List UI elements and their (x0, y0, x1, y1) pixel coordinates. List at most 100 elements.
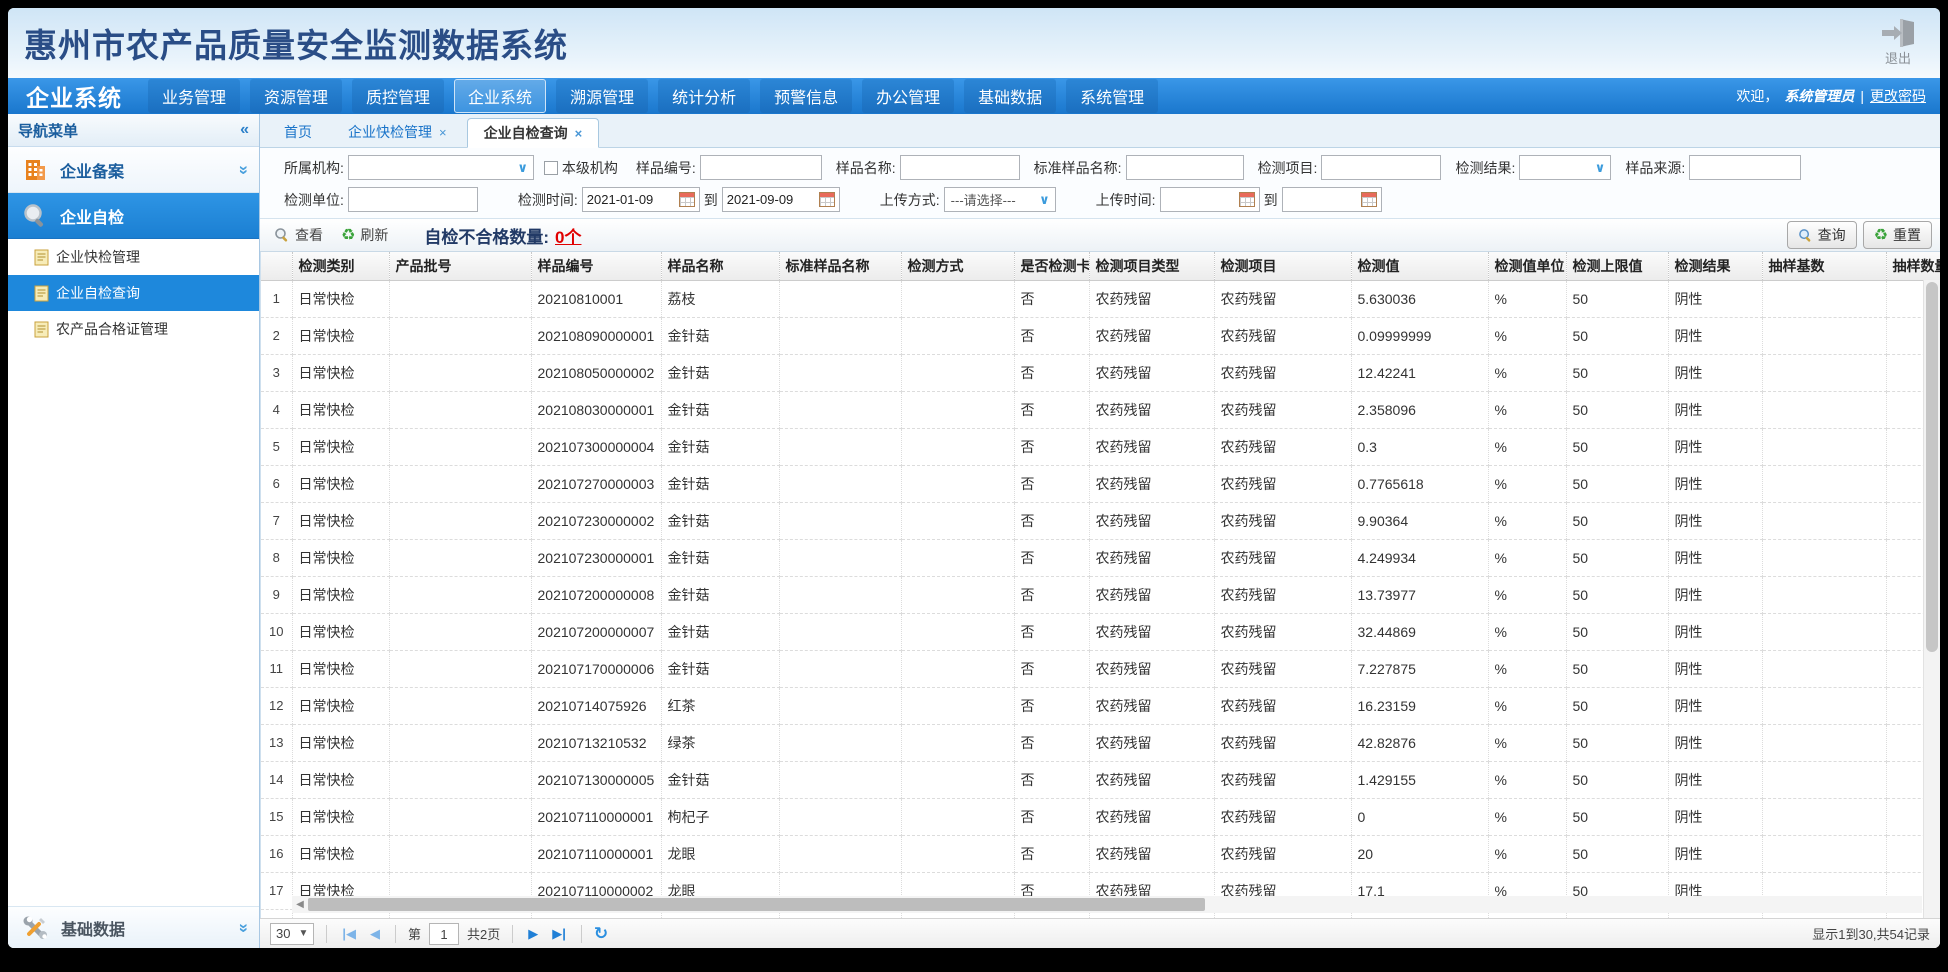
fail-count-value[interactable]: 0个 (555, 228, 581, 247)
sidebar-collapse-button[interactable]: « (240, 121, 249, 139)
nav-item-0[interactable]: 业务管理 (148, 79, 240, 113)
sidebar-group-self-check[interactable]: 企业自检 (8, 193, 259, 239)
column-header[interactable]: 抽样基数 (1762, 252, 1886, 280)
table-row[interactable]: 11日常快检202107170000006金针菇否农药残留农药残留7.22787… (261, 650, 1940, 687)
calendar-icon[interactable] (1239, 192, 1255, 207)
current-page-input[interactable]: 1 (429, 923, 459, 945)
tab-0[interactable]: 首页 (268, 117, 328, 147)
table-row[interactable]: 15日常快检202107110000001枸杞子否农药残留农药残留0%50阴性 (261, 798, 1940, 835)
table-cell (389, 280, 531, 317)
test-time-from-input[interactable]: 2021-01-09 (582, 187, 700, 212)
nav-item-6[interactable]: 预警信息 (760, 79, 852, 113)
table-row[interactable]: 10日常快检202107200000007金针菇否农药残留农药残留32.4486… (261, 613, 1940, 650)
column-header[interactable]: 产品批号 (389, 252, 531, 280)
first-page-button[interactable]: |◀ (339, 926, 359, 942)
test-unit-input[interactable] (348, 187, 478, 212)
upload-time-to-input[interactable] (1282, 187, 1382, 212)
org-select[interactable]: ∨ (348, 155, 534, 180)
row-number: 2 (261, 317, 292, 354)
query-button[interactable]: 查询 (1787, 221, 1857, 249)
reload-icon[interactable]: ↻ (594, 924, 608, 944)
table-cell: 农药残留 (1089, 576, 1214, 613)
nav-item-9[interactable]: 系统管理 (1066, 79, 1158, 113)
column-header[interactable]: 检测项目 (1214, 252, 1351, 280)
column-header[interactable]: 检测结果 (1668, 252, 1762, 280)
upload-time-from-input[interactable] (1160, 187, 1260, 212)
column-header[interactable]: 抽样数量 (1886, 252, 1940, 280)
column-header[interactable]: 检测值单位 (1488, 252, 1566, 280)
refresh-button[interactable]: ♻ 刷新 (335, 222, 394, 248)
table-row[interactable]: 12日常快检20210714075926红茶否农药残留农药残留16.23159%… (261, 687, 1940, 724)
prev-page-button[interactable]: ◀ (367, 926, 383, 942)
tab-close-icon[interactable]: × (575, 126, 583, 141)
tab-2[interactable]: 企业自检查询× (467, 118, 600, 148)
page-size-select[interactable]: 30▼ (270, 923, 314, 945)
test-item-input[interactable] (1321, 155, 1441, 180)
sidebar-group-base-data[interactable]: 基础数据 « (8, 906, 259, 948)
table-row[interactable]: 8日常快检202107230000001金针菇否农药残留农药残留4.249934… (261, 539, 1940, 576)
calendar-icon[interactable] (819, 192, 835, 207)
change-password-link[interactable]: 更改密码 (1870, 86, 1926, 106)
column-header[interactable]: 检测类别 (292, 252, 389, 280)
table-cell (1762, 391, 1886, 428)
calendar-icon[interactable] (679, 192, 695, 207)
reset-button[interactable]: ♻ 重置 (1863, 221, 1932, 249)
sidebar-item-self-check-query[interactable]: 企业自检查询 (8, 275, 259, 311)
column-header[interactable]: 样品编号 (531, 252, 661, 280)
table-row[interactable]: 13日常快检20210713210532绿茶否农药残留农药残留42.82876%… (261, 724, 1940, 761)
test-result-select[interactable]: ∨ (1519, 155, 1611, 180)
nav-item-8[interactable]: 基础数据 (964, 79, 1056, 113)
next-page-button[interactable]: ▶ (525, 926, 541, 942)
last-page-button[interactable]: ▶| (549, 926, 569, 942)
vertical-scrollbar-thumb[interactable] (1926, 282, 1938, 652)
nav-item-5[interactable]: 统计分析 (658, 79, 750, 113)
logout-button[interactable]: 退出 (1880, 19, 1916, 67)
table-cell (389, 613, 531, 650)
view-button[interactable]: 查看 (268, 222, 329, 248)
table-cell (389, 761, 531, 798)
column-header[interactable]: 是否检测卡 (1014, 252, 1089, 280)
own-org-checkbox[interactable] (544, 161, 558, 175)
column-header[interactable]: 检测值 (1351, 252, 1488, 280)
horizontal-scrollbar-thumb[interactable] (308, 898, 1205, 911)
table-row[interactable]: 4日常快检202108030000001金针菇否农药残留农药残留2.358096… (261, 391, 1940, 428)
table-row[interactable]: 6日常快检202107270000003金针菇否农药残留农药残留0.776561… (261, 465, 1940, 502)
nav-item-3[interactable]: 企业系统 (454, 79, 546, 113)
column-header[interactable]: 检测项目类型 (1089, 252, 1214, 280)
vertical-scrollbar[interactable] (1923, 280, 1940, 918)
sidebar-item-quick-check[interactable]: 企业快检管理 (8, 239, 259, 275)
tab-1[interactable]: 企业快检管理× (332, 117, 463, 147)
table-cell: 202107110000001 (531, 835, 661, 872)
calendar-icon[interactable] (1361, 192, 1377, 207)
column-header[interactable]: 检测方式 (901, 252, 1014, 280)
table-row[interactable]: 2日常快检202108090000001金针菇否农药残留农药残留0.099999… (261, 317, 1940, 354)
scroll-left-arrow[interactable]: ◀ (292, 899, 308, 910)
nav-item-1[interactable]: 资源管理 (250, 79, 342, 113)
table-row[interactable]: 9日常快检202107200000008金针菇否农药残留农药残留13.73977… (261, 576, 1940, 613)
row-number: 3 (261, 354, 292, 391)
table-row[interactable]: 1日常快检20210810001荔枝否农药残留农药残留5.630036%50阴性 (261, 280, 1940, 317)
upload-mode-select[interactable]: ---请选择---∨ (944, 187, 1056, 212)
sidebar-item-certificate-mgmt[interactable]: 农产品合格证管理 (8, 311, 259, 347)
column-header[interactable]: 标准样品名称 (779, 252, 901, 280)
table-row[interactable]: 5日常快检202107300000004金针菇否农药残留农药残留0.3%50阴性 (261, 428, 1940, 465)
table-row[interactable]: 16日常快检202107110000001龙眼否农药残留农药残留20%50阴性 (261, 835, 1940, 872)
table-row[interactable]: 14日常快检202107130000005金针菇否农药残留农药残留1.42915… (261, 761, 1940, 798)
data-grid: 检测类别产品批号样品编号样品名称标准样品名称检测方式是否检测卡检测项目类型检测项… (260, 252, 1940, 918)
nav-item-7[interactable]: 办公管理 (862, 79, 954, 113)
tab-close-icon[interactable]: × (439, 125, 447, 140)
column-header[interactable]: 样品名称 (661, 252, 779, 280)
table-row[interactable]: 7日常快检202107230000002金针菇否农药残留农药残留9.90364%… (261, 502, 1940, 539)
sample-no-input[interactable] (700, 155, 822, 180)
sample-source-input[interactable] (1689, 155, 1801, 180)
building-icon (22, 157, 48, 183)
table-row[interactable]: 3日常快检202108050000002金针菇否农药残留农药残留12.42241… (261, 354, 1940, 391)
test-time-to-input[interactable]: 2021-09-09 (722, 187, 840, 212)
sidebar-group-enterprise-record[interactable]: 企业备案 « (8, 147, 259, 193)
nav-item-4[interactable]: 溯源管理 (556, 79, 648, 113)
std-sample-input[interactable] (1126, 155, 1244, 180)
sample-name-input[interactable] (900, 155, 1020, 180)
horizontal-scrollbar[interactable]: ◀ (292, 896, 1922, 913)
column-header[interactable]: 检测上限值 (1566, 252, 1668, 280)
nav-item-2[interactable]: 质控管理 (352, 79, 444, 113)
